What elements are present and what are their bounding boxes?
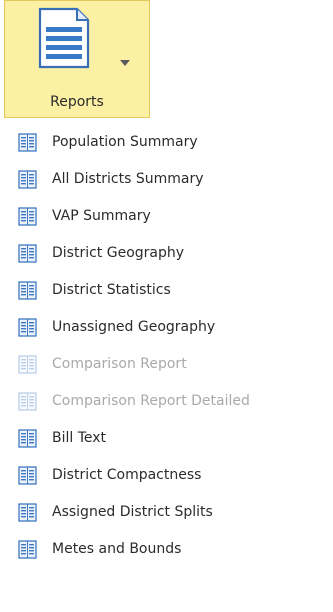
report-page-icon [18,133,37,152]
report-document-icon [38,7,90,69]
menu-item-all-districts-summary[interactable]: All Districts Summary [0,161,333,198]
report-page-icon [18,540,37,559]
menu-item-label: All Districts Summary [52,171,204,187]
menu-item-metes-and-bounds[interactable]: Metes and Bounds [0,531,333,568]
report-page-icon [18,281,37,300]
menu-item-population-summary[interactable]: Population Summary [0,124,333,161]
menu-item-label: Bill Text [52,430,107,446]
menu-item-bill-text[interactable]: Bill Text [0,420,333,457]
menu-item-label: District Geography [52,245,185,261]
menu-item-district-compactness[interactable]: District Compactness [0,457,333,494]
menu-item-label: District Compactness [52,467,202,483]
menu-item-district-geography[interactable]: District Geography [0,235,333,272]
menu-item-vap-summary[interactable]: VAP Summary [0,198,333,235]
menu-item-unassigned-geography[interactable]: Unassigned Geography [0,309,333,346]
menu-item-label: Population Summary [52,134,198,150]
menu-item-comparison-report: Comparison Report [0,346,333,383]
report-page-icon [18,355,37,374]
report-page-icon [18,503,37,522]
report-page-icon [18,318,37,337]
menu-item-label: Unassigned Geography [52,319,216,335]
menu-item-label: Comparison Report [52,356,187,372]
menu-item-label: VAP Summary [52,208,151,224]
report-page-icon [18,466,37,485]
report-page-icon [18,392,37,411]
report-page-icon [18,170,37,189]
menu-item-label: Metes and Bounds [52,541,182,557]
reports-menu: Population Summary All Districts Summary… [0,124,333,568]
menu-item-comparison-report-detailed: Comparison Report Detailed [0,383,333,420]
menu-item-assigned-district-splits[interactable]: Assigned District Splits [0,494,333,531]
dropdown-arrow-icon[interactable] [119,59,131,67]
report-page-icon [18,207,37,226]
menu-item-label: Assigned District Splits [52,504,213,520]
menu-item-district-statistics[interactable]: District Statistics [0,272,333,309]
reports-button-label: Reports [50,94,104,110]
report-page-icon [18,429,37,448]
reports-button[interactable]: Reports [4,0,150,118]
menu-item-label: Comparison Report Detailed [52,393,250,409]
report-page-icon [18,244,37,263]
menu-item-label: District Statistics [52,282,171,298]
